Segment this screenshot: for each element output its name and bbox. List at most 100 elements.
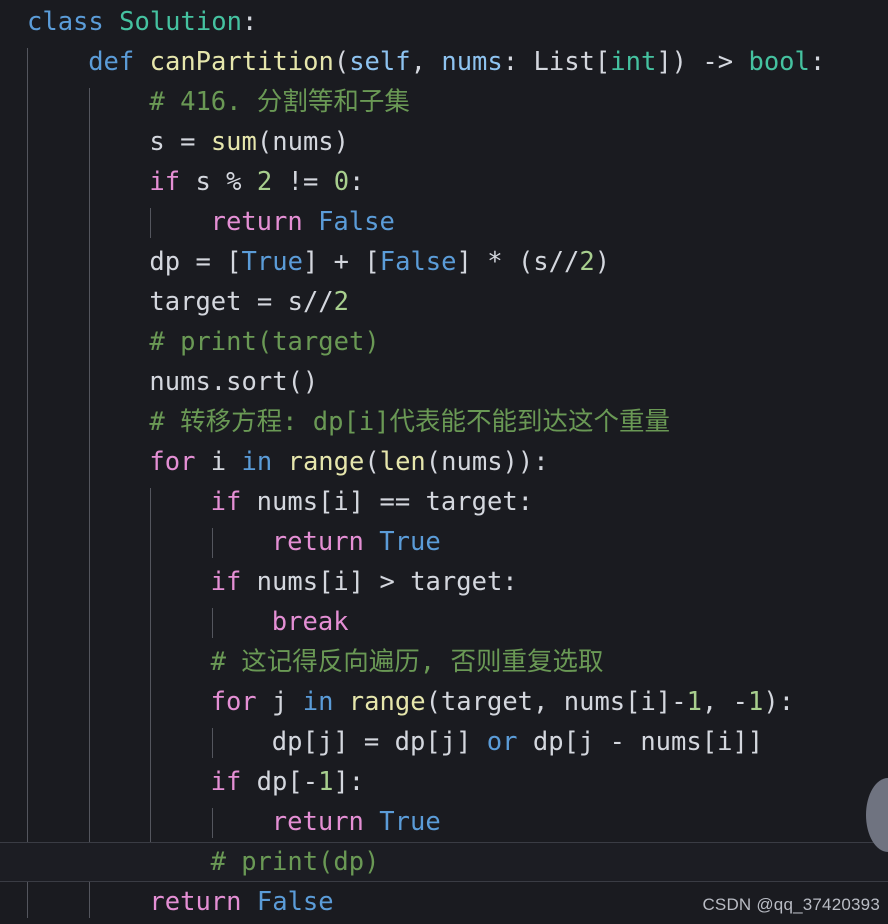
- code-token: sum: [210, 127, 257, 157]
- code-token: 0: [333, 167, 350, 197]
- code-token: return: [271, 807, 364, 837]
- code-token: or: [486, 727, 518, 757]
- code-token: dp[j]: [271, 727, 364, 757]
- code-token: 2: [333, 287, 350, 317]
- code-token: dp[j: [517, 727, 610, 757]
- code-line[interactable]: if s % 2 != 0:: [0, 162, 888, 202]
- code-token: return: [271, 527, 364, 557]
- code-token: False: [379, 247, 457, 277]
- code-line[interactable]: def canPartition(self, nums: List[int]) …: [0, 42, 888, 82]
- code-line-text: # 这记得反向遍历, 否则重复选取: [0, 647, 604, 677]
- code-token: [: [594, 47, 611, 77]
- code-token: [: [226, 247, 242, 277]
- code-line[interactable]: if dp[-1]:: [0, 762, 888, 802]
- code-token: ,: [410, 47, 442, 77]
- code-line[interactable]: s = sum(nums): [0, 122, 888, 162]
- code-line-text: if nums[i] > target:: [0, 567, 518, 597]
- code-token: # 这记得反向遍历, 否则重复选取: [210, 647, 604, 677]
- code-line[interactable]: return False: [0, 202, 888, 242]
- code-token: s: [180, 167, 227, 197]
- code-token: j: [256, 687, 303, 717]
- code-line[interactable]: # 这记得反向遍历, 否则重复选取: [0, 642, 888, 682]
- code-token: //: [548, 247, 580, 277]
- code-token: 1: [318, 767, 334, 797]
- code-token: (target, nums[i]: [425, 687, 672, 717]
- code-token: //: [302, 287, 334, 317]
- code-token: ,: [701, 687, 733, 717]
- code-line-text: def canPartition(self, nums: List[int]) …: [0, 47, 825, 77]
- code-line-text: nums.sort(): [0, 367, 318, 397]
- code-line[interactable]: for j in range(target, nums[i]-1, -1):: [0, 682, 888, 722]
- code-token: self: [349, 47, 411, 77]
- code-token: False: [318, 207, 395, 237]
- code-token: >: [379, 567, 395, 597]
- code-line[interactable]: # print(dp): [0, 842, 888, 882]
- code-token: ]: [302, 247, 334, 277]
- code-token: -: [732, 687, 748, 717]
- code-token: %: [226, 167, 257, 197]
- code-editor[interactable]: class Solution: def canPartition(self, nu…: [0, 0, 888, 924]
- code-token: int: [610, 47, 657, 77]
- code-content[interactable]: class Solution: def canPartition(self, nu…: [0, 0, 888, 922]
- code-token: :: [809, 47, 826, 77]
- code-token: nums[i]: [241, 487, 380, 517]
- code-token: -: [609, 727, 641, 757]
- code-token: return: [210, 207, 303, 237]
- code-line[interactable]: # 416. 分割等和子集: [0, 82, 888, 122]
- code-line-text: return False: [0, 207, 395, 237]
- code-line[interactable]: nums.sort(): [0, 362, 888, 402]
- code-token: =: [363, 727, 395, 757]
- code-token: True: [379, 527, 441, 557]
- code-line[interactable]: if nums[i] > target:: [0, 562, 888, 602]
- code-token: List: [533, 47, 595, 77]
- code-token: True: [379, 807, 441, 837]
- code-token: canPartition: [149, 47, 334, 77]
- code-token: :: [349, 167, 365, 197]
- code-line[interactable]: dp = [True] + [False] * (s//2): [0, 242, 888, 282]
- code-line[interactable]: break: [0, 602, 888, 642]
- code-line[interactable]: if nums[i] == target:: [0, 482, 888, 522]
- code-token: in: [302, 687, 334, 717]
- code-token: 2: [256, 167, 273, 197]
- code-token: bool: [748, 47, 810, 77]
- code-token: ): [594, 247, 611, 277]
- code-line-text: break: [0, 607, 349, 637]
- code-line[interactable]: dp[j] = dp[j] or dp[j - nums[i]]: [0, 722, 888, 762]
- code-line[interactable]: class Solution:: [0, 2, 888, 42]
- code-line[interactable]: # 转移方程: dp[i]代表能不能到达这个重量: [0, 402, 888, 442]
- code-line[interactable]: # print(target): [0, 322, 888, 362]
- code-token: len: [379, 447, 426, 477]
- code-token: target: [149, 287, 257, 317]
- code-token: 1: [686, 687, 702, 717]
- code-line-text: return True: [0, 807, 441, 837]
- code-line[interactable]: return True: [0, 522, 888, 562]
- code-token: sort: [226, 367, 288, 397]
- code-token: =: [256, 287, 288, 317]
- code-token: Solution: [119, 7, 242, 37]
- code-token: # 416. 分割等和子集: [149, 87, 410, 117]
- code-token: if: [210, 767, 242, 797]
- code-token: (: [364, 447, 380, 477]
- code-line-text: return True: [0, 527, 441, 557]
- code-token: class: [27, 7, 104, 37]
- code-line[interactable]: target = s//2: [0, 282, 888, 322]
- code-line[interactable]: return True: [0, 802, 888, 842]
- code-line-text: target = s//2: [0, 287, 349, 317]
- code-token: (: [333, 47, 350, 77]
- code-token: # 转移方程: dp[i]代表能不能到达这个重量: [149, 407, 671, 437]
- code-line[interactable]: for i in range(len(nums)):: [0, 442, 888, 482]
- code-token: target:: [394, 567, 518, 597]
- code-token: i: [195, 447, 242, 477]
- code-token: (nums)):: [425, 447, 549, 477]
- code-token: !=: [287, 167, 319, 197]
- code-token: dp[: [241, 767, 303, 797]
- code-token: return: [149, 887, 242, 917]
- code-token: if: [149, 167, 181, 197]
- code-line-text: # 转移方程: dp[i]代表能不能到达这个重量: [0, 407, 670, 437]
- code-token: dp[j]: [394, 727, 487, 757]
